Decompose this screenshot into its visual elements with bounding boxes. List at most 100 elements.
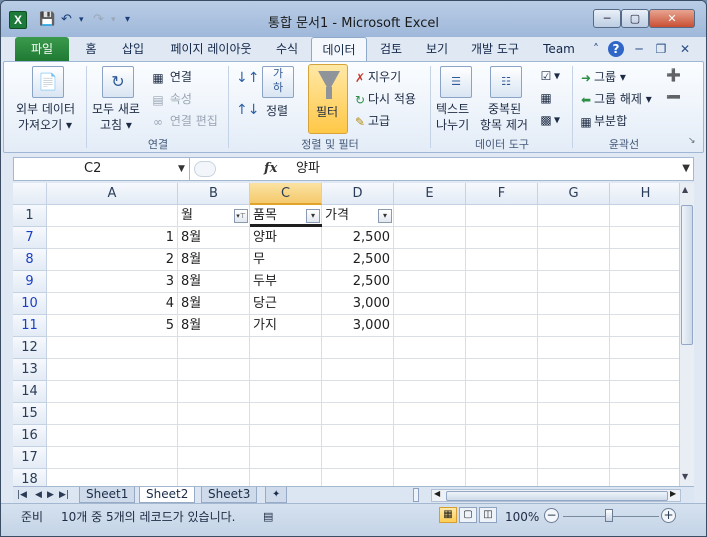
table-cell[interactable]: 가지 xyxy=(250,315,322,337)
table-cell[interactable] xyxy=(250,447,322,469)
table-cell[interactable] xyxy=(610,249,679,271)
table-cell[interactable] xyxy=(178,359,250,381)
tab-split-handle[interactable] xyxy=(413,488,419,502)
table-cell[interactable] xyxy=(538,403,610,425)
refresh-all-icon[interactable]: ↻ xyxy=(102,66,134,98)
table-cell[interactable]: 양파 xyxy=(250,227,322,249)
formula-bar-splitter[interactable] xyxy=(194,161,216,177)
table-cell[interactable] xyxy=(47,359,178,381)
table-cell[interactable] xyxy=(610,425,679,447)
table-cell[interactable] xyxy=(322,469,394,486)
row-header[interactable]: 13 xyxy=(13,359,47,381)
row-header[interactable]: 8 xyxy=(13,249,47,271)
what-if-icon[interactable]: ▩ ▾ xyxy=(538,112,560,128)
table-cell[interactable]: 2,500 xyxy=(322,249,394,271)
row-header[interactable]: 11 xyxy=(13,315,47,337)
column-header-h[interactable]: H xyxy=(610,183,679,205)
table-cell[interactable] xyxy=(322,337,394,359)
normal-view-icon[interactable]: ▦ xyxy=(439,507,457,523)
expand-formula-bar-icon[interactable]: ▼ xyxy=(682,158,690,180)
table-cell[interactable] xyxy=(47,469,178,486)
table-cell[interactable] xyxy=(538,359,610,381)
consolidate-icon[interactable]: ▦ xyxy=(538,90,554,106)
table-cell[interactable]: 3 xyxy=(47,271,178,293)
advanced-filter-button[interactable]: ✎ 고급 xyxy=(352,112,390,130)
row-header[interactable]: 14 xyxy=(13,381,47,403)
external-data-label-1[interactable]: 외부 데이터 xyxy=(16,100,75,117)
table-cell[interactable] xyxy=(178,403,250,425)
table-cell[interactable] xyxy=(178,447,250,469)
table-cell[interactable] xyxy=(250,381,322,403)
insert-function-icon[interactable]: fx xyxy=(264,158,277,180)
workbook-minimize-icon[interactable]: ─ xyxy=(631,41,647,57)
tab-review[interactable]: 검토 xyxy=(373,37,409,61)
column-header-d[interactable]: D xyxy=(322,183,394,205)
table-cell[interactable]: 2,500 xyxy=(322,271,394,293)
scroll-up-icon[interactable]: ▲ xyxy=(682,185,688,194)
table-cell[interactable] xyxy=(47,403,178,425)
table-cell[interactable]: 당근 xyxy=(250,293,322,315)
filter-applied-dropdown-icon[interactable]: ▾⊤ xyxy=(234,209,248,223)
ungroup-button[interactable]: ⬅ 그룹 해제 ▾ xyxy=(578,90,652,108)
scroll-left-icon[interactable]: ◀ xyxy=(434,489,440,498)
row-header[interactable]: 18 xyxy=(13,469,47,486)
name-box-dropdown-icon[interactable]: ▼ xyxy=(178,158,185,180)
table-cell[interactable] xyxy=(322,447,394,469)
zoom-slider-thumb[interactable] xyxy=(605,509,613,522)
table-cell[interactable] xyxy=(47,381,178,403)
minimize-button[interactable]: ─ xyxy=(593,9,621,28)
help-icon[interactable]: ? xyxy=(608,41,624,57)
table-cell[interactable] xyxy=(538,447,610,469)
prev-sheet-icon[interactable]: ◀ xyxy=(35,487,42,503)
table-cell[interactable] xyxy=(47,337,178,359)
tab-home[interactable]: 홈 xyxy=(77,37,105,61)
next-sheet-icon[interactable]: ▶ xyxy=(47,487,54,503)
table-cell[interactable] xyxy=(538,469,610,486)
table-cell[interactable] xyxy=(394,469,466,486)
tab-view[interactable]: 보기 xyxy=(419,37,455,61)
remove-duplicates-label-1[interactable]: 중복된 xyxy=(488,100,521,117)
table-cell[interactable] xyxy=(466,403,538,425)
table-cell[interactable]: 8월 xyxy=(178,227,250,249)
table-cell[interactable] xyxy=(466,249,538,271)
table-cell[interactable] xyxy=(538,425,610,447)
column-header-b[interactable]: B xyxy=(178,183,250,205)
tab-data[interactable]: 데이터 xyxy=(311,37,367,61)
table-cell[interactable] xyxy=(466,293,538,315)
table-cell[interactable] xyxy=(394,359,466,381)
table-cell[interactable] xyxy=(538,293,610,315)
table-cell[interactable] xyxy=(394,227,466,249)
table-cell[interactable] xyxy=(322,403,394,425)
table-cell[interactable] xyxy=(610,271,679,293)
page-break-view-icon[interactable]: ◫ xyxy=(479,507,497,523)
vertical-scroll-thumb[interactable] xyxy=(681,205,693,345)
table-cell[interactable] xyxy=(610,447,679,469)
table-cell[interactable] xyxy=(394,425,466,447)
external-data-icon[interactable]: 📄 xyxy=(32,66,64,98)
header-cell[interactable] xyxy=(538,205,610,227)
column-header-g[interactable]: G xyxy=(538,183,610,205)
last-sheet-icon[interactable]: ▶| xyxy=(59,487,69,503)
table-cell[interactable] xyxy=(466,469,538,486)
table-cell[interactable] xyxy=(538,271,610,293)
close-button[interactable]: ✕ xyxy=(649,9,695,28)
header-cell[interactable] xyxy=(394,205,466,227)
workbook-restore-icon[interactable]: ❐ xyxy=(653,41,669,57)
tab-page-layout[interactable]: 페이지 레이아웃 xyxy=(161,37,261,61)
table-cell[interactable]: 5 xyxy=(47,315,178,337)
page-layout-view-icon[interactable]: ▢ xyxy=(459,507,477,523)
table-cell[interactable] xyxy=(250,403,322,425)
table-cell[interactable] xyxy=(250,359,322,381)
row-header[interactable]: 10 xyxy=(13,293,47,315)
column-header-e[interactable]: E xyxy=(394,183,466,205)
text-to-columns-label-1[interactable]: 텍스트 xyxy=(436,100,469,117)
table-cell[interactable] xyxy=(538,249,610,271)
table-cell[interactable] xyxy=(47,425,178,447)
sort-icon[interactable]: 가하 xyxy=(262,66,294,98)
external-data-label-2[interactable]: 가져오기 ▾ xyxy=(18,116,72,133)
scroll-down-icon[interactable]: ▼ xyxy=(682,472,688,481)
table-cell[interactable] xyxy=(538,227,610,249)
table-cell[interactable] xyxy=(538,381,610,403)
table-cell[interactable] xyxy=(394,447,466,469)
select-all-corner[interactable] xyxy=(13,183,47,205)
